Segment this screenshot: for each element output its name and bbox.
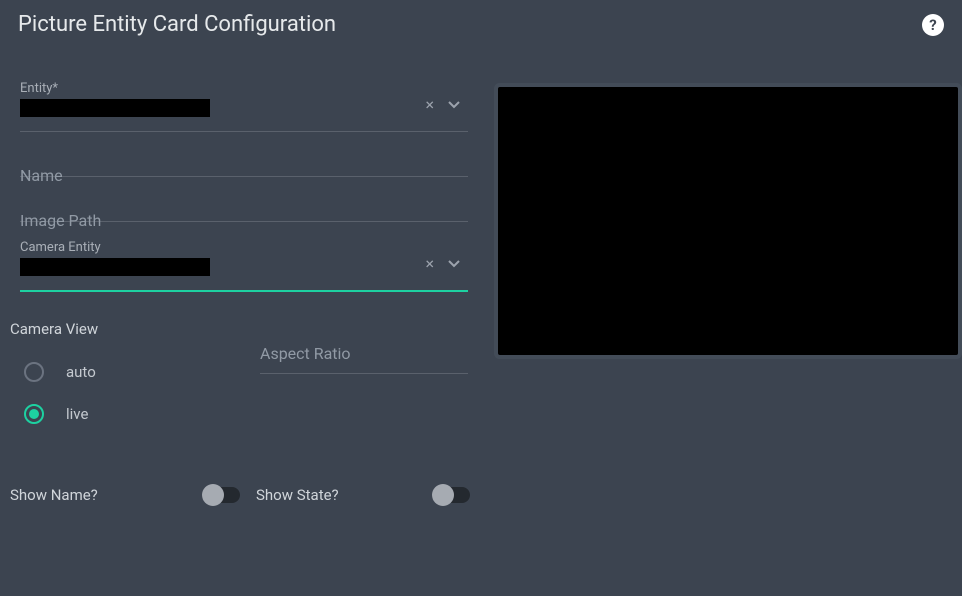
camera-entity-field[interactable]: Camera Entity × (20, 234, 468, 292)
page-title: Picture Entity Card Configuration (18, 12, 336, 37)
clear-icon[interactable]: × (425, 254, 434, 273)
show-state-label: Show State? (240, 486, 432, 504)
name-field[interactable]: Name (20, 144, 468, 177)
camera-view-section: Camera View auto live Aspect Ratio (10, 320, 478, 436)
card-preview (498, 87, 958, 355)
toggle-knob (432, 484, 454, 506)
help-icon[interactable]: ? (922, 14, 944, 36)
radio-icon (24, 404, 44, 424)
camera-entity-label: Camera Entity (20, 240, 101, 255)
image-path-label: Image Path (20, 211, 101, 230)
image-path-field[interactable]: Image Path (20, 189, 468, 222)
content-area: Entity* × Name Image Path Camera Entity … (0, 47, 962, 504)
chevron-down-icon[interactable] (448, 101, 460, 109)
radio-live-label: live (66, 405, 88, 423)
preview-column (498, 47, 958, 504)
radio-live[interactable]: live (10, 394, 240, 436)
show-name-label: Show Name? (10, 486, 202, 504)
radio-icon (24, 362, 44, 382)
show-name-toggle[interactable] (202, 487, 240, 503)
toggle-knob (202, 484, 224, 506)
show-state-toggle[interactable] (432, 487, 470, 503)
camera-view-title: Camera View (10, 320, 240, 338)
entity-field[interactable]: Entity* × (20, 75, 468, 132)
entity-value[interactable] (20, 99, 210, 117)
chevron-down-icon[interactable] (448, 260, 460, 268)
form-column: Entity* × Name Image Path Camera Entity … (10, 47, 478, 504)
radio-auto-label: auto (66, 363, 96, 381)
name-label: Name (20, 166, 63, 185)
radio-auto[interactable]: auto (10, 352, 240, 394)
camera-view-group: Camera View auto live (10, 320, 240, 436)
aspect-ratio-field[interactable]: Aspect Ratio (260, 324, 468, 436)
camera-entity-value[interactable] (20, 258, 210, 276)
toggles-row: Show Name? Show State? (10, 486, 478, 504)
clear-icon[interactable]: × (425, 95, 434, 114)
entity-label: Entity* (20, 81, 58, 96)
aspect-ratio-label: Aspect Ratio (260, 344, 351, 363)
dialog-header: Picture Entity Card Configuration ? (0, 0, 962, 47)
